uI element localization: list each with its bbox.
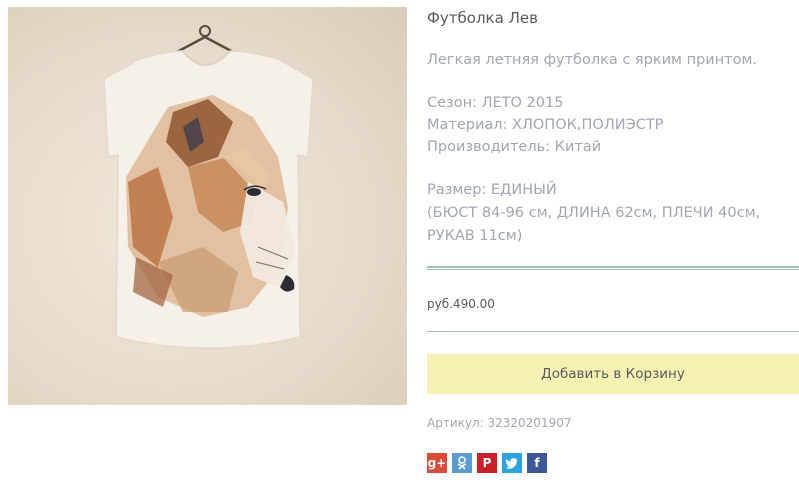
divider [427,266,799,270]
divider [427,331,799,332]
product-title: Футболка Лев [427,9,538,27]
product-price: руб.490.00 [427,297,495,311]
product-image[interactable] [8,7,407,405]
spec-season: Сезон: ЛЕТО 2015 [427,95,564,111]
add-to-cart-button[interactable]: Добавить в Корзину [427,354,799,394]
size-measurements: (БЮСТ 84-96 см, ДЛИНА 62см, ПЛЕЧИ 40см, [427,205,761,221]
size-sleeve: РУКАВ 11см) [427,228,523,244]
spec-material: Материал: ХЛОПОК,ПОЛИЭСТР [427,117,664,133]
product-sku: Артикул: 32320201907 [427,416,572,430]
twitter-icon[interactable] [502,453,522,473]
odnoklassniki-icon[interactable] [452,453,472,473]
tshirt-lion-illustration [103,25,314,349]
twitter-icon [505,458,518,469]
share-buttons: g+ P f [427,453,547,473]
product-description: Легкая летняя футболка с ярким принтом. [427,52,758,68]
size-label: Размер: ЕДИНЫЙ [427,182,557,198]
spec-manufacturer: Производитель: Китай [427,139,602,155]
odnoklassniki-icon [457,456,467,470]
facebook-icon[interactable]: f [527,453,547,473]
pinterest-icon[interactable]: P [477,453,497,473]
google-plus-icon[interactable]: g+ [427,453,447,473]
